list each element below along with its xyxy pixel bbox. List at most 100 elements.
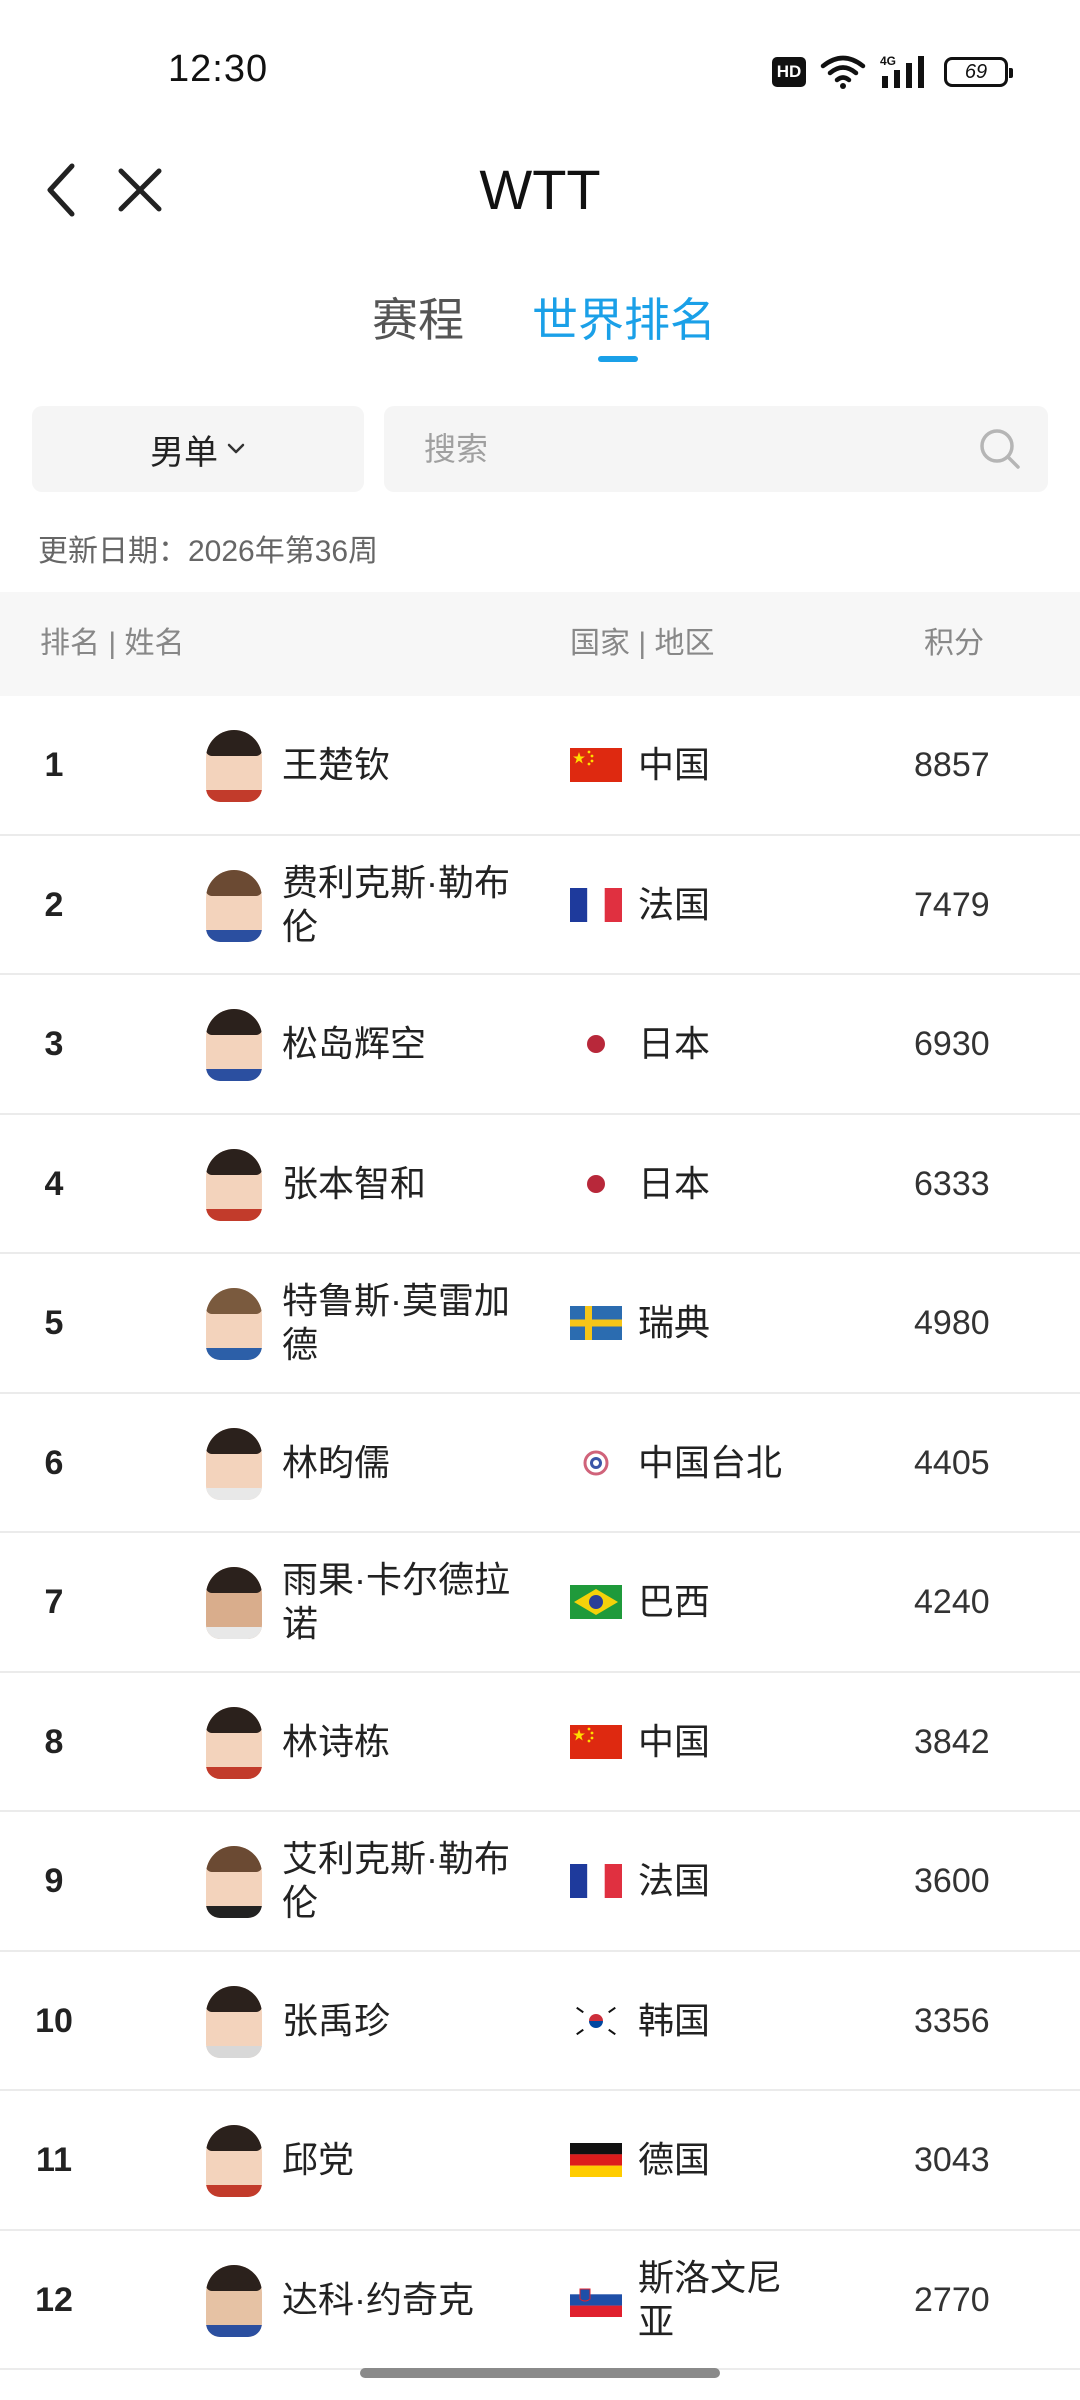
player-avatar: [206, 2125, 262, 2197]
tab-world-ranking[interactable]: 世界排名: [532, 280, 716, 360]
status-bar: 12:30 HD 4G 69: [0, 0, 1080, 140]
search-icon[interactable]: [978, 427, 1022, 471]
country-name: 中国: [638, 1720, 711, 1762]
player-name: 雨果·卡尔德拉诺: [282, 1559, 510, 1644]
ranking-points: 7479: [914, 885, 990, 924]
ranking-points: 3043: [914, 2141, 990, 2179]
player-name: 艾利克斯·勒布伦: [282, 1838, 510, 1923]
ranking-points: 4240: [914, 1583, 990, 1621]
ranking-row[interactable]: 11 邱党 德国 3043: [0, 2091, 1080, 2231]
player-name: 邱党: [282, 2139, 355, 2180]
search-box[interactable]: [384, 406, 1048, 492]
ranking-row[interactable]: 9 艾利克斯·勒布伦 法国 3600: [0, 1812, 1080, 1952]
flag-china-icon: [570, 748, 622, 782]
flag-korea-icon: [570, 2003, 622, 2038]
ranking-row[interactable]: 3 松岛辉空 日本 6930: [0, 975, 1080, 1115]
player-name: 林昀儒: [282, 1441, 391, 1483]
active-tab-indicator: [598, 356, 638, 362]
flag-france-icon: [570, 1864, 622, 1898]
player-avatar: [206, 730, 262, 802]
country-name: 法国: [638, 1860, 711, 1901]
tab-schedule[interactable]: 赛程: [372, 280, 464, 360]
player-avatar: [206, 869, 262, 942]
wifi-icon: [820, 55, 866, 89]
ranking-row[interactable]: 6 林昀儒 中国台北 4405: [0, 1394, 1080, 1533]
ranking-list: 1 王楚钦 中国 8857 2 费利克斯·勒布伦 法国 7479 3 松岛辉空 …: [0, 696, 1080, 2370]
country-name: 斯洛文尼亚: [638, 2256, 783, 2342]
player-avatar: [206, 1846, 262, 1918]
player-avatar: [206, 1288, 262, 1360]
svg-text:4G: 4G: [880, 54, 896, 68]
header-points: 积分: [924, 627, 984, 660]
ranking-points: 6333: [914, 1164, 990, 1203]
country-name: 巴西: [638, 1581, 711, 1622]
ranking-row[interactable]: 4 张本智和 日本 6333: [0, 1115, 1080, 1254]
battery-icon: 69: [944, 57, 1013, 87]
player-avatar: [206, 1985, 262, 2058]
ranking-points: 4980: [914, 1304, 990, 1342]
ranking-points: 3842: [914, 1722, 990, 1761]
player-name: 林诗栋: [282, 1720, 391, 1762]
table-header: 排名 | 姓名 国家 | 地区 积分: [0, 592, 1080, 696]
player-name: 费利克斯·勒布伦: [282, 861, 510, 947]
country-name: 日本: [638, 1023, 711, 1064]
hd-icon: HD: [772, 57, 806, 87]
page-title: WTT: [479, 158, 601, 221]
chevron-down-icon: [227, 443, 245, 454]
country-name: 韩国: [638, 1999, 711, 2041]
ranking-points: 6930: [914, 1025, 990, 1063]
flag-slovenia-icon: [570, 2282, 622, 2317]
flag-germany-icon: [570, 2143, 622, 2177]
ranking-points: 3600: [914, 1862, 990, 1900]
flag-sweden-icon: [570, 1306, 622, 1340]
ranking-row[interactable]: 8 林诗栋 中国 3842: [0, 1673, 1080, 1812]
search-input[interactable]: [424, 406, 944, 492]
player-avatar: [206, 1706, 262, 1779]
status-time: 12:30: [168, 48, 269, 90]
ranking-points: 2770: [914, 2280, 990, 2319]
country-name: 法国: [638, 883, 711, 925]
player-avatar: [206, 2264, 262, 2337]
ranking-row[interactable]: 7 雨果·卡尔德拉诺 巴西 4240: [0, 1533, 1080, 1673]
header-rank-name: 排名 | 姓名: [40, 627, 185, 660]
player-name: 张禹珍: [282, 1999, 391, 2041]
ranking-row[interactable]: 5 特鲁斯·莫雷加德 瑞典 4980: [0, 1254, 1080, 1394]
player-name: 特鲁斯·莫雷加德: [282, 1280, 510, 1365]
flag-brazil-icon: [570, 1585, 622, 1619]
country-name: 中国: [638, 744, 711, 785]
flag-china-icon: [570, 1724, 622, 1759]
country-name: 中国台北: [638, 1441, 783, 1483]
ranking-row[interactable]: 1 王楚钦 中国 8857: [0, 696, 1080, 836]
player-name: 达科·约奇克: [282, 2278, 474, 2320]
country-name: 日本: [638, 1162, 711, 1204]
flag-japan-icon: [570, 1166, 622, 1201]
flag-chinese-taipei-icon: [570, 1445, 622, 1480]
player-name: 张本智和: [282, 1162, 427, 1204]
ranking-points: 8857: [914, 746, 990, 784]
player-avatar: [206, 1567, 262, 1639]
battery-level: 69: [964, 60, 988, 83]
update-date: 更新日期：2026年第36周: [38, 535, 379, 568]
home-indicator[interactable]: [360, 2368, 720, 2378]
country-name: 瑞典: [638, 1302, 711, 1343]
player-avatar: [206, 1148, 262, 1221]
player-avatar: [206, 1009, 262, 1081]
status-icons: HD 4G 69: [772, 52, 1013, 92]
ranking-row[interactable]: 10 张禹珍 韩国 3356: [0, 1952, 1080, 2091]
category-dropdown[interactable]: 男单: [32, 406, 364, 492]
nav-bar: WTT: [0, 140, 1080, 240]
flag-japan-icon: [570, 1027, 622, 1061]
ranking-points: 3356: [914, 2001, 990, 2040]
cellular-signal-icon: 4G: [880, 54, 924, 88]
ranking-points: 4405: [914, 1443, 990, 1482]
player-name: 松岛辉空: [282, 1023, 427, 1064]
country-name: 德国: [638, 2139, 711, 2180]
category-selected-value: 男单: [150, 433, 218, 472]
ranking-row[interactable]: 2 费利克斯·勒布伦 法国 7479: [0, 836, 1080, 975]
ranking-row[interactable]: 12 达科·约奇克 斯洛文尼亚 2770: [0, 2231, 1080, 2370]
header-country: 国家 | 地区: [570, 627, 715, 660]
flag-france-icon: [570, 887, 622, 922]
player-name: 王楚钦: [282, 744, 391, 785]
tab-bar: 赛程 世界排名: [0, 280, 1080, 380]
player-avatar: [206, 1427, 262, 1500]
